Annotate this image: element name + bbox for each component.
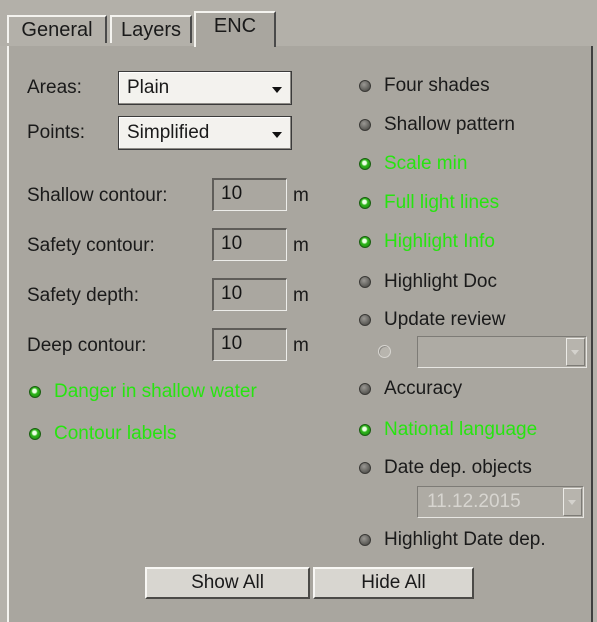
option-label: National language [384,419,538,440]
points-select[interactable]: Simplified [118,116,292,150]
danger-shallow-water-option[interactable]: Danger in shallow water [29,380,257,404]
shallow-contour-input[interactable]: 10 [212,178,287,211]
chevron-down-icon [563,488,582,516]
option-label: Scale min [384,153,468,174]
option-label: Contour labels [54,423,177,444]
areas-select[interactable]: Plain [118,71,292,105]
deep-contour-unit: m [293,335,309,356]
hide-all-button[interactable]: Hide All [313,567,474,599]
radio-off-icon [359,276,371,288]
radio-on-icon [359,236,371,248]
date-dep-objects-option[interactable]: Date dep. objects [359,456,532,480]
points-select-value: Simplified [127,122,210,143]
enc-settings-panel: Areas: Plain Points: Simplified Shallow … [7,46,593,622]
deep-contour-input[interactable]: 10 [212,328,287,361]
highlight-doc-option[interactable]: Highlight Doc [359,270,497,294]
shallow-contour-label: Shallow contour: [27,185,168,206]
tab-general[interactable]: General [7,15,107,43]
contour-labels-option[interactable]: Contour labels [29,422,177,446]
option-label: Four shades [384,75,490,96]
radio-off-icon [359,80,371,92]
option-label: Shallow pattern [384,114,515,135]
radio-on-icon [359,424,371,436]
areas-select-value: Plain [127,77,170,98]
areas-label: Areas: [27,77,82,98]
chevron-down-icon [272,132,282,138]
radio-on-icon [359,197,371,209]
accuracy-option[interactable]: Accuracy [359,377,462,401]
chevron-down-icon [272,87,282,93]
full-light-lines-option[interactable]: Full light lines [359,191,499,215]
radio-off-icon [359,314,371,326]
deep-contour-label: Deep contour: [27,335,147,356]
radio-off-icon [359,462,371,474]
tab-layers[interactable]: Layers [110,15,192,43]
option-label: Highlight Doc [384,271,497,292]
radio-on-icon [29,428,41,440]
national-language-option[interactable]: National language [359,418,537,442]
option-label: Update review [384,309,506,330]
radio-off-icon [359,119,371,131]
shallow-contour-unit: m [293,185,309,206]
update-review-radio[interactable] [378,345,391,358]
scale-min-option[interactable]: Scale min [359,152,467,176]
four-shades-option[interactable]: Four shades [359,74,490,98]
radio-on-icon [29,386,41,398]
date-dep-value: 11.12.2015 [427,491,521,512]
safety-contour-label: Safety contour: [27,235,155,256]
option-label: Danger in shallow water [54,381,257,402]
safety-depth-unit: m [293,285,309,306]
option-label: Date dep. objects [384,457,532,478]
option-label: Full light lines [384,192,500,213]
highlight-date-dep-option[interactable]: Highlight Date dep. [359,528,546,552]
chevron-down-icon [566,338,585,366]
safety-contour-unit: m [293,235,309,256]
radio-off-icon [359,383,371,395]
safety-contour-input[interactable]: 10 [212,228,287,261]
option-label: Accuracy [384,378,463,399]
radio-on-icon [359,158,371,170]
option-label: Highlight Date dep. [384,529,546,550]
safety-depth-input[interactable]: 10 [212,278,287,311]
points-label: Points: [27,122,86,143]
shallow-pattern-option[interactable]: Shallow pattern [359,113,515,137]
tab-bar: General Layers ENC [0,0,597,47]
tab-enc[interactable]: ENC [194,11,276,47]
radio-off-icon [359,534,371,546]
highlight-info-option[interactable]: Highlight Info [359,230,495,254]
date-dep-select[interactable]: 11.12.2015 [417,486,584,518]
show-all-button[interactable]: Show All [145,567,310,599]
option-label: Highlight Info [384,231,495,252]
update-review-option[interactable]: Update review [359,308,505,332]
update-review-select[interactable] [417,336,587,368]
safety-depth-label: Safety depth: [27,285,139,306]
